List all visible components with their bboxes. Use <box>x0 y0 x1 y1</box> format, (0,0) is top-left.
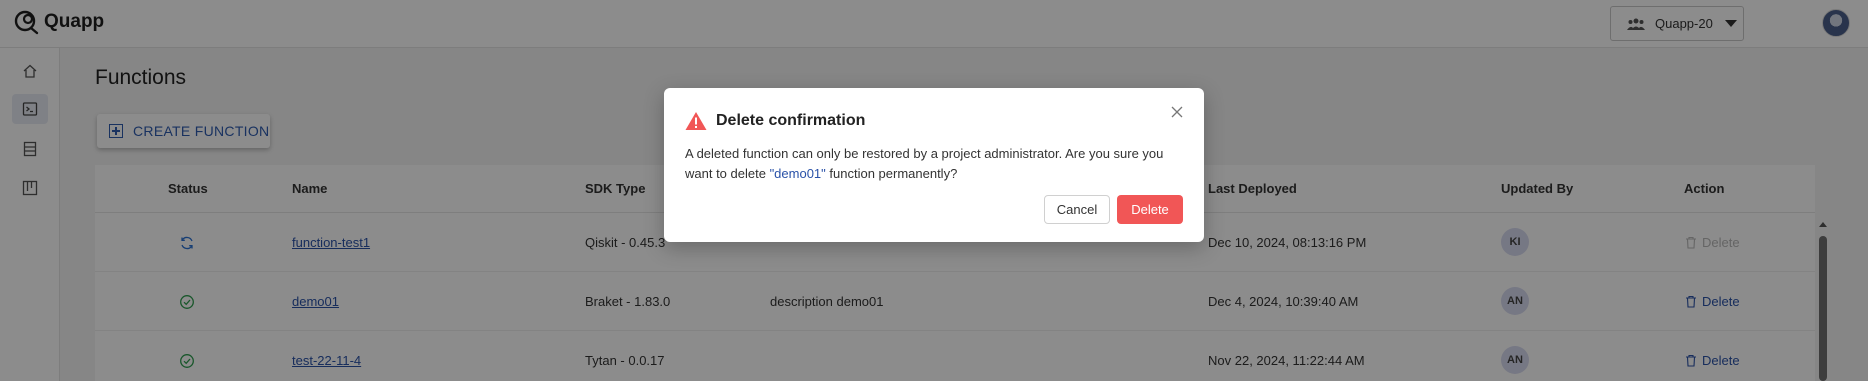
delete-confirmation-dialog: Delete confirmation A deleted function c… <box>664 88 1204 242</box>
delete-button[interactable]: Delete <box>1117 195 1183 224</box>
dialog-message-text-end: function permanently? <box>825 166 958 181</box>
warning-icon <box>685 112 707 130</box>
dialog-title: Delete confirmation <box>716 112 866 129</box>
cancel-button[interactable]: Cancel <box>1044 195 1110 224</box>
function-name-highlight: "demo01" <box>769 166 826 181</box>
close-icon[interactable] <box>1169 104 1185 120</box>
dialog-message: A deleted function can only be restored … <box>685 144 1185 184</box>
